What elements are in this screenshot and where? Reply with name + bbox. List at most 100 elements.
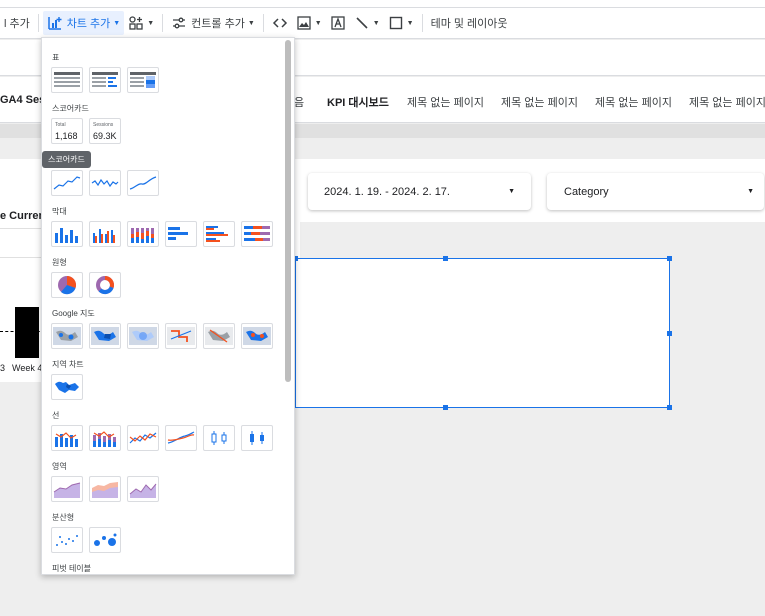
- embed-url-button[interactable]: [268, 8, 292, 38]
- section-label-scorecard: 스코어카드: [52, 104, 89, 113]
- dropdown-arrow-icon: ▼: [508, 188, 515, 195]
- axis-label-week4: Week 4: [12, 363, 43, 373]
- chart-option-table-heatmap[interactable]: [127, 67, 159, 93]
- scrollbar-thumb[interactable]: [285, 40, 291, 382]
- chart-option-line-map[interactable]: [165, 323, 197, 349]
- line-icon: [354, 15, 370, 31]
- section-label-area: 영역: [52, 462, 67, 471]
- section-label-geo: 지역 차트: [52, 360, 84, 369]
- chart-option-stacked-column[interactable]: [127, 221, 159, 247]
- add-page-label: l 추가: [4, 18, 30, 30]
- category-filter-control[interactable]: Category ▼: [547, 173, 764, 210]
- chart-type-menu: 표 스코어카드 Total 1,168 Sessions 69.3K 스코어카드…: [41, 37, 295, 575]
- tab-untitled-page-3[interactable]: 제목 없는 페이지: [595, 94, 672, 110]
- add-chart-button[interactable]: 차트 추가 ▼: [42, 11, 125, 35]
- add-line-button[interactable]: ▼: [350, 8, 384, 38]
- chart-option-table[interactable]: [51, 67, 83, 93]
- section-label-table: 표: [52, 53, 60, 62]
- scorecard-title: Total: [55, 122, 66, 128]
- tab-partial[interactable]: 음: [294, 94, 304, 110]
- chart-option-table-bars[interactable]: [89, 67, 121, 93]
- chevron-down-icon: ▼: [113, 19, 121, 27]
- scorecard-value: 69.3K: [93, 131, 117, 141]
- add-text-button[interactable]: [326, 8, 350, 38]
- chart-option-combo-map[interactable]: [203, 323, 235, 349]
- chart-option-candlestick[interactable]: [203, 425, 235, 451]
- code-icon: [272, 15, 288, 31]
- control-icon: [171, 15, 187, 31]
- chevron-down-icon: ▼: [406, 19, 414, 27]
- chart-option-stacked-area[interactable]: [89, 476, 121, 502]
- chart-option-column[interactable]: [51, 221, 83, 247]
- axis-label-week3: 3: [0, 363, 6, 373]
- section-label-scatter: 분산형: [52, 513, 75, 522]
- date-range-control[interactable]: 2024. 1. 19. - 2024. 2. 17. ▼: [308, 173, 531, 210]
- toolbar-divider: [162, 14, 164, 32]
- chart-option-stacked-combo[interactable]: [89, 425, 121, 451]
- chart-option-heatmap-map[interactable]: [127, 323, 159, 349]
- chart-option-scatter[interactable]: [51, 527, 83, 553]
- add-image-button[interactable]: ▼: [292, 8, 326, 38]
- tab-untitled-page-4[interactable]: 제목 없는 페이지: [689, 94, 765, 110]
- chart-option-stacked-bar[interactable]: [241, 221, 273, 247]
- chart-option-candlestick-filled[interactable]: [241, 425, 273, 451]
- chart-option-combo-chart[interactable]: [51, 425, 83, 451]
- section-label-bar: 막대: [52, 207, 67, 216]
- add-control-label: 컨트롤 추가: [191, 18, 245, 30]
- tab-untitled-page-1[interactable]: 제목 없는 페이지: [407, 94, 484, 110]
- theme-layout-label: 테마 및 레이아웃: [430, 18, 508, 30]
- chart-option-donut[interactable]: [89, 272, 121, 298]
- date-range-value: 2024. 1. 19. - 2024. 2. 17.: [324, 185, 450, 198]
- tooltip: 스코어카드: [42, 151, 91, 168]
- resize-handle[interactable]: [443, 256, 448, 261]
- selected-chart-placeholder[interactable]: [293, 256, 672, 410]
- resize-handle[interactable]: [667, 331, 672, 336]
- chart-option-smoothed-timeseries[interactable]: [127, 170, 159, 196]
- community-viz-icon: [128, 15, 144, 31]
- chevron-down-icon: ▼: [147, 19, 155, 27]
- chart-option-multi-map[interactable]: [241, 323, 273, 349]
- scorecard-value: 1,168: [55, 131, 78, 141]
- chart-option-sparkline[interactable]: [89, 170, 121, 196]
- add-shape-button[interactable]: ▼: [384, 8, 418, 38]
- chart-option-pie[interactable]: [51, 272, 83, 298]
- tab-untitled-page-2[interactable]: 제목 없는 페이지: [501, 94, 578, 110]
- resize-handle[interactable]: [667, 405, 672, 410]
- resize-handle[interactable]: [667, 256, 672, 261]
- resize-handle[interactable]: [443, 405, 448, 410]
- chart-option-scorecard[interactable]: Total 1,168: [51, 118, 83, 144]
- chart-option-bubble[interactable]: [89, 527, 121, 553]
- chart-option-line-chart[interactable]: [127, 425, 159, 451]
- chart-option-percent-area[interactable]: [127, 476, 159, 502]
- add-control-button[interactable]: 컨트롤 추가 ▼: [167, 8, 259, 38]
- section-label-google-maps: Google 지도: [52, 309, 95, 318]
- chart-option-area[interactable]: [51, 476, 83, 502]
- section-label-line: 선: [52, 411, 60, 420]
- chart-option-filled-map[interactable]: [89, 323, 121, 349]
- chart-bar[interactable]: [15, 307, 39, 358]
- chart-option-timeseries[interactable]: [51, 170, 83, 196]
- chevron-down-icon: ▼: [372, 19, 380, 27]
- tab-kpi-dashboard[interactable]: KPI 대시보드: [327, 94, 389, 110]
- chart-option-scorecard-compact[interactable]: Sessions 69.3K: [89, 118, 121, 144]
- chart-option-bar[interactable]: [165, 221, 197, 247]
- section-label-pivot: 피벗 테이블: [52, 564, 92, 573]
- chart-option-grouped-column[interactable]: [89, 221, 121, 247]
- chart-option-grouped-bar[interactable]: [203, 221, 235, 247]
- dropdown-arrow-icon: ▼: [747, 188, 754, 195]
- text-box-icon: [330, 15, 346, 31]
- section-label-pie: 원형: [52, 258, 67, 267]
- chart-option-geo-chart[interactable]: [51, 374, 83, 400]
- top-edge: [0, 0, 765, 8]
- toolbar: l 추가 차트 추가 ▼ ▼ 컨트롤 추가 ▼ ▼ ▼ ▼ 테마 및 레이아웃: [0, 8, 765, 39]
- chevron-down-icon: ▼: [314, 19, 322, 27]
- image-icon: [296, 15, 312, 31]
- add-community-viz-button[interactable]: ▼: [124, 8, 158, 38]
- chevron-down-icon: ▼: [247, 19, 255, 27]
- add-page-button[interactable]: l 추가: [0, 8, 34, 38]
- theme-layout-button[interactable]: 테마 및 레이아웃: [427, 8, 512, 38]
- chart-option-smoothed-line[interactable]: [165, 425, 197, 451]
- toolbar-divider: [421, 14, 423, 32]
- category-value: Category: [564, 185, 609, 198]
- chart-option-bubble-map[interactable]: [51, 323, 83, 349]
